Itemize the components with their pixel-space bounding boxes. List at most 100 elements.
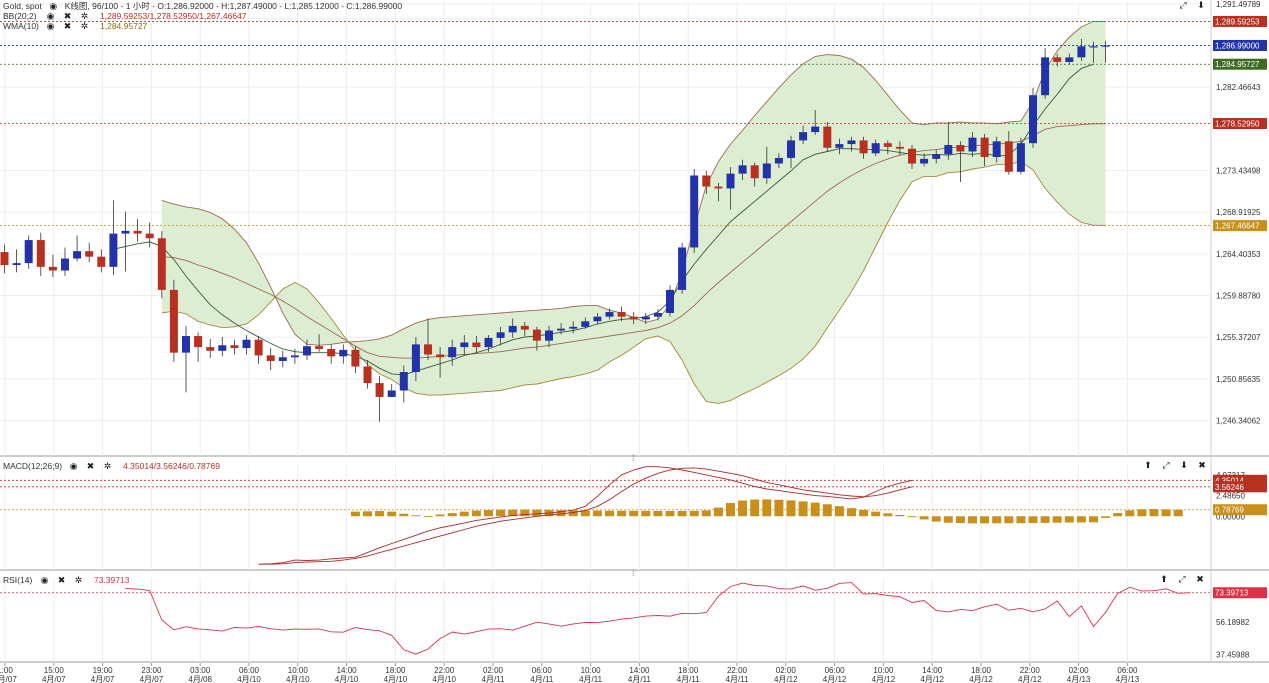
candle-body xyxy=(702,175,711,187)
candle-body xyxy=(61,258,69,271)
macd-histogram-bar xyxy=(907,516,917,518)
arrow-down-icon[interactable]: ⬇ xyxy=(1195,0,1207,11)
gear-icon[interactable]: ✲ xyxy=(73,575,84,586)
candle-body xyxy=(678,247,687,290)
x-tick-date-label: 4月/13 xyxy=(1067,675,1091,683)
x-tick-time-label: 14:00 xyxy=(337,666,358,675)
price-tick-label: 1,282.46643 xyxy=(1216,83,1261,92)
candle-body xyxy=(883,143,892,147)
x-tick-time-label: 18:00 xyxy=(678,666,699,675)
candle-body xyxy=(0,252,9,265)
eye-icon[interactable]: ◉ xyxy=(68,461,79,472)
eye-icon[interactable]: ◉ xyxy=(45,21,56,32)
price-marker-label: 1,289.59253 xyxy=(1215,17,1260,26)
x-tick-date-label: 4月/13 xyxy=(1116,675,1140,683)
x-tick-time-label: 14:00 xyxy=(629,666,650,675)
price-marker-label: 1,286.99000 xyxy=(1215,41,1260,50)
candle-body xyxy=(448,347,457,358)
macd-histogram-bar xyxy=(1028,516,1038,524)
close-icon[interactable]: ✖ xyxy=(1196,460,1208,471)
close-icon[interactable]: ✖ xyxy=(85,461,96,472)
price-tick-label: 1,255.37207 xyxy=(1216,333,1261,342)
x-tick-time-label: 18:00 xyxy=(385,666,406,675)
macd-histogram-bar xyxy=(1089,516,1098,523)
candle-body xyxy=(121,230,130,234)
expand-icon[interactable]: ⤢ xyxy=(1160,460,1172,471)
gear-icon[interactable]: ✲ xyxy=(79,21,90,32)
arrow-up-icon[interactable]: ⬆ xyxy=(1142,460,1154,471)
macd-histogram-bar xyxy=(484,510,493,517)
x-tick-date-label: 4月/11 xyxy=(482,675,506,683)
arrow-down-icon[interactable]: ⬇ xyxy=(1178,460,1190,471)
macd-histogram-bar xyxy=(677,510,687,517)
drag-handle-icon: ⁞ xyxy=(632,453,635,463)
rsi-value: 73.39713 xyxy=(94,575,130,585)
wma-value: 1,284.95727 xyxy=(100,21,148,31)
chart-canvas: 1,291.49789 1,282.46643 1,273.43498 1,268.9… xyxy=(0,0,1269,683)
macd-histogram-bar xyxy=(955,516,965,524)
macd-histogram-bar xyxy=(459,511,469,517)
macd-histogram-bar xyxy=(919,516,929,520)
macd-histogram-bar xyxy=(762,499,772,517)
rsi-tick-label: 56.18982 xyxy=(1216,618,1250,627)
candle-body xyxy=(569,326,578,329)
macd-histogram-bar xyxy=(871,511,881,517)
candle-body xyxy=(968,137,977,152)
x-tick-date-label: 4月/11 xyxy=(677,675,701,683)
arrow-up-icon[interactable]: ⬆ xyxy=(1158,574,1170,585)
candle-body xyxy=(762,163,771,179)
main-panel-controls: ⤢ ⬇ xyxy=(1177,0,1207,11)
x-tick-date-label: 4月/11 xyxy=(530,675,554,683)
macd-label: MACD(12;26;9) xyxy=(3,461,63,471)
wma-label: WMA(10) xyxy=(3,21,39,31)
macd-histogram-bar xyxy=(1113,513,1123,517)
close-icon[interactable]: ✖ xyxy=(1194,574,1206,585)
price-tick-label: 1,250.85635 xyxy=(1216,375,1261,384)
candle-body xyxy=(1029,95,1037,144)
macd-histogram-bar xyxy=(653,510,663,517)
macd-histogram-bar xyxy=(496,509,506,517)
candle-body xyxy=(1041,57,1050,96)
macd-histogram-bar xyxy=(931,516,941,522)
candle-body xyxy=(835,144,844,148)
price-marker-label: 1,278.52950 xyxy=(1215,120,1260,129)
macd-histogram-bar xyxy=(1125,510,1135,517)
x-tick-date-label: 4月/12 xyxy=(969,675,993,683)
candle-body xyxy=(726,173,735,189)
candle-body xyxy=(48,266,57,271)
x-tick-time-label: 06:00 xyxy=(532,666,553,675)
x-tick-date-label: 4月/12 xyxy=(1018,675,1042,683)
rsi-line xyxy=(125,582,1191,655)
close-icon[interactable]: ✖ xyxy=(56,575,67,586)
candle-body xyxy=(932,154,941,159)
macd-header: MACD(12;26;9) ◉ ✖ ✲ 4.35014/3.56246/0.78… xyxy=(3,461,220,472)
macd-histogram-bar xyxy=(1137,509,1147,517)
macd-histogram-bar xyxy=(1161,509,1171,517)
candle-body xyxy=(799,132,808,141)
candle-body xyxy=(194,336,203,348)
candle-body xyxy=(411,344,420,373)
candle-body xyxy=(109,233,118,267)
eye-icon[interactable]: ◉ xyxy=(39,575,50,586)
expand-icon[interactable]: ⤢ xyxy=(1176,574,1188,585)
gear-icon[interactable]: ✲ xyxy=(102,461,113,472)
x-tick-date-label: 4月/07 xyxy=(0,675,17,683)
candle-body xyxy=(629,316,638,320)
x-tick-time-label: 02:00 xyxy=(483,666,504,675)
x-tick-time-label: 22:00 xyxy=(1020,666,1041,675)
expand-icon[interactable]: ⤢ xyxy=(1177,0,1189,11)
macd-histogram-bar xyxy=(1040,516,1050,523)
candle-body xyxy=(230,345,239,349)
macd-histogram-bar xyxy=(1004,516,1014,524)
candle-body xyxy=(145,233,154,239)
x-tick-date-label: 4月/10 xyxy=(335,675,359,683)
macd-histogram-bar xyxy=(701,510,711,517)
candle-body xyxy=(823,126,832,148)
candle-body xyxy=(133,230,142,234)
close-icon[interactable]: ✖ xyxy=(62,21,73,32)
candle-body xyxy=(218,345,227,351)
macd-histogram-bar xyxy=(834,506,844,517)
rsi-header: RSI(14) ◉ ✖ ✲ 73.39713 xyxy=(3,575,129,586)
candle-body xyxy=(436,354,445,358)
macd-histogram-bar xyxy=(411,515,421,517)
